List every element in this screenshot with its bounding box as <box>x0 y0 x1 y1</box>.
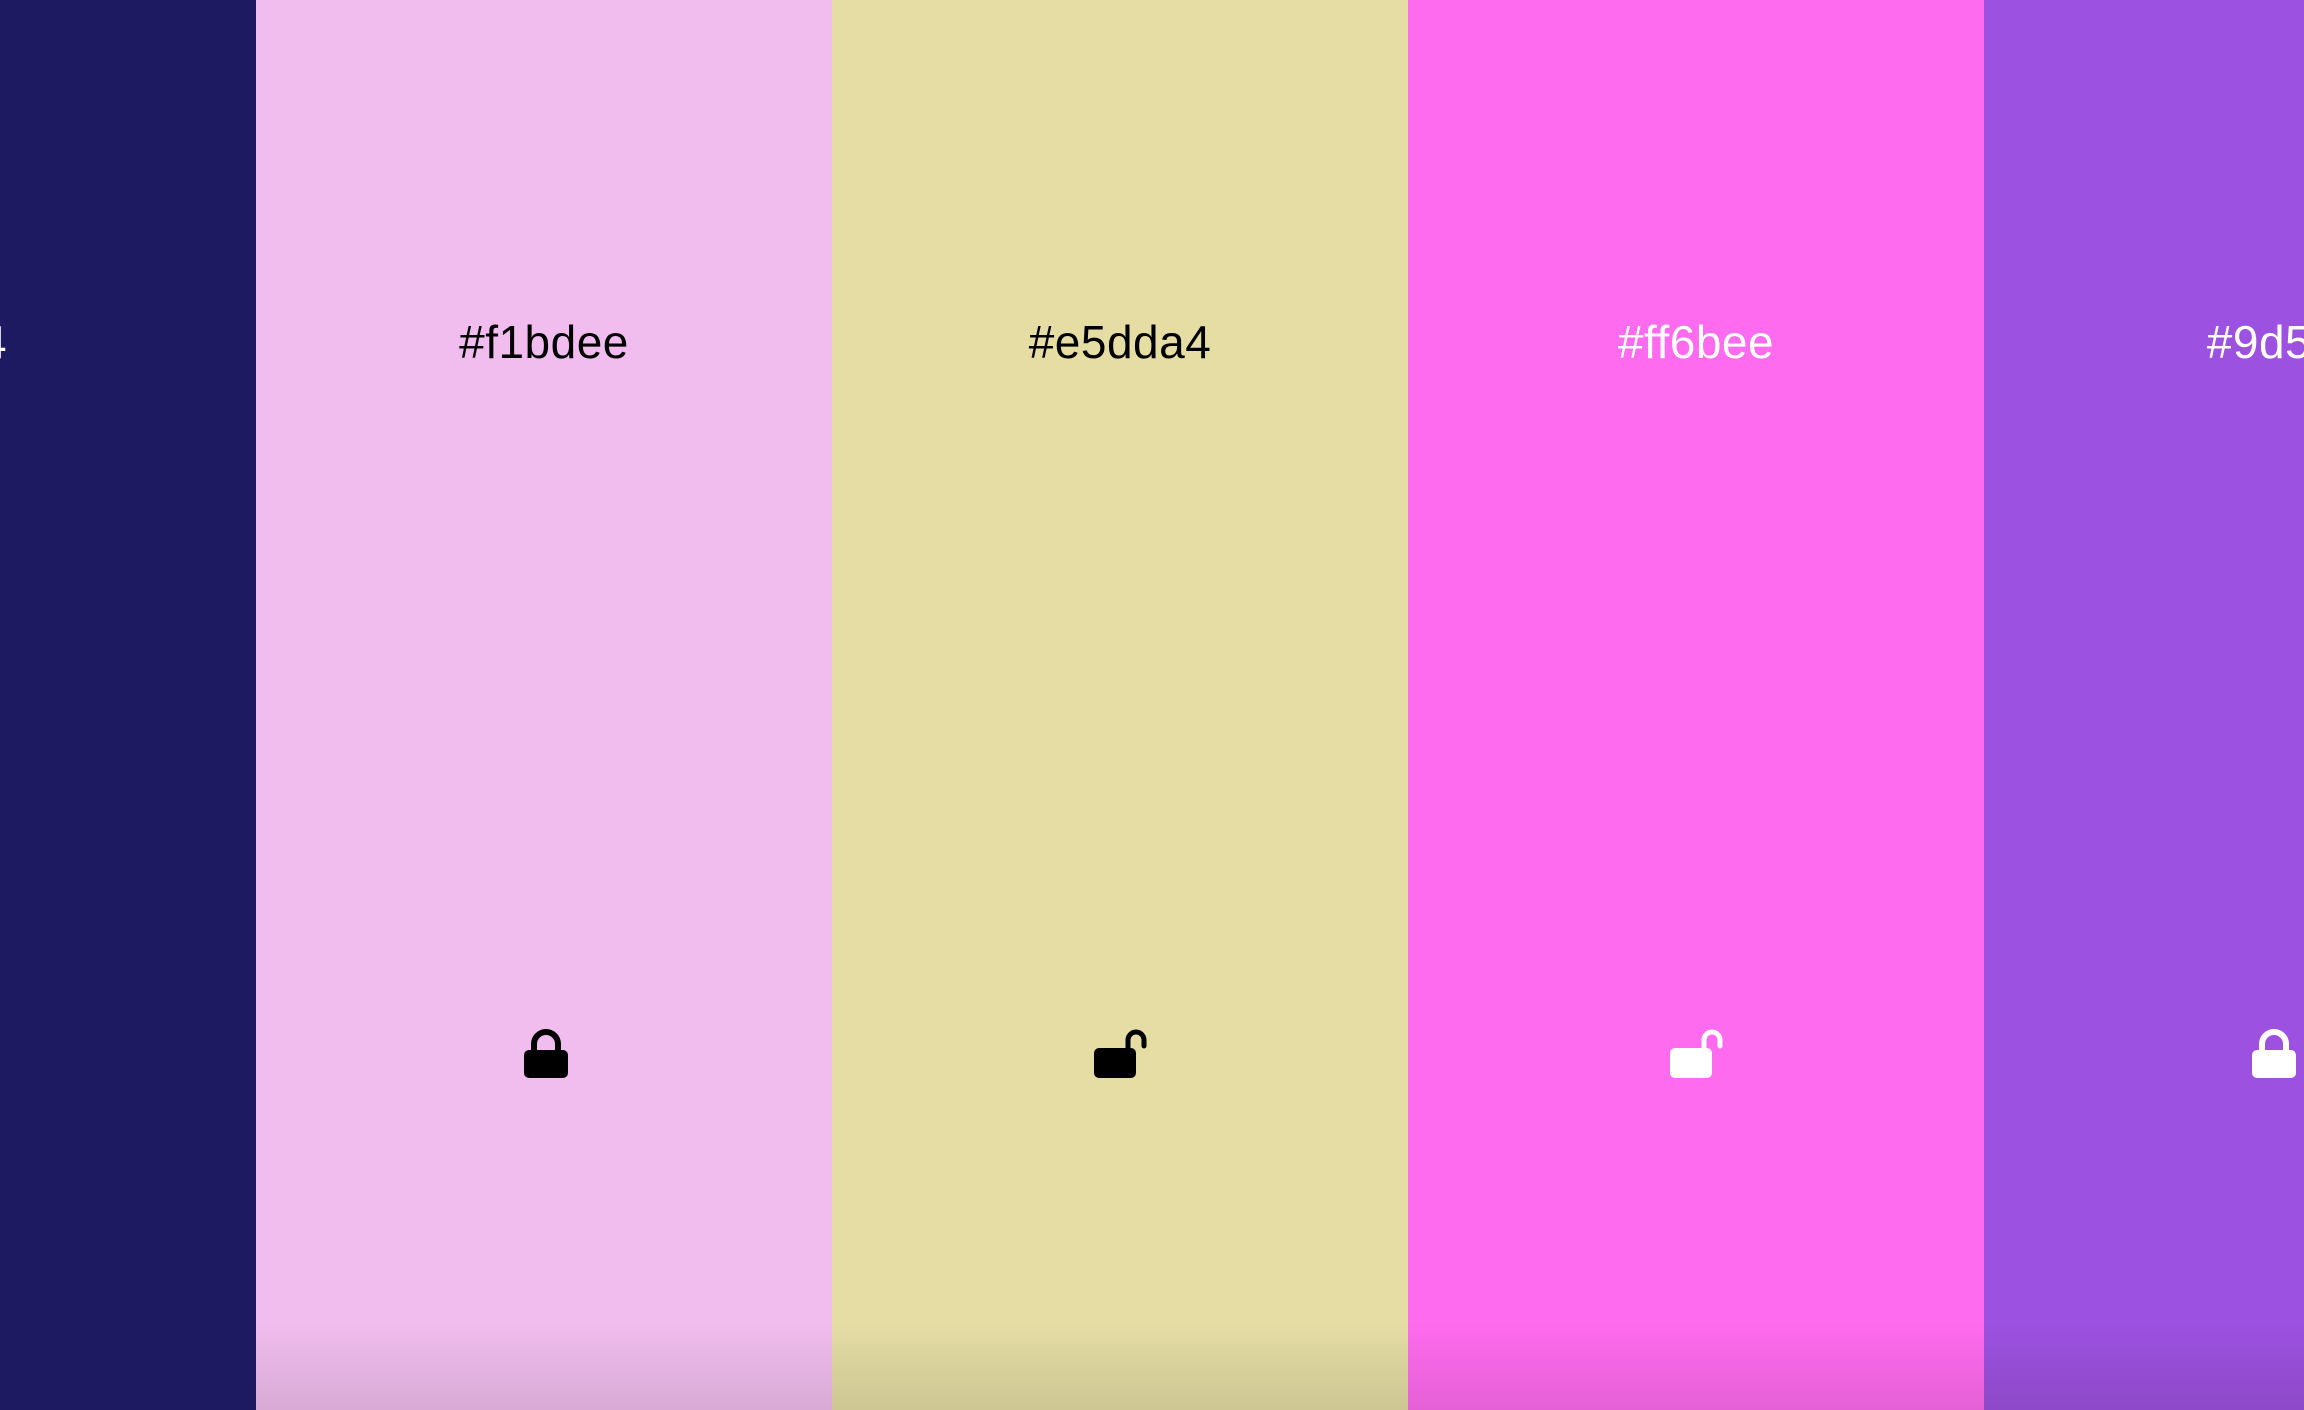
color-column-1[interactable]: 964 <box>0 0 256 1410</box>
hex-code-label[interactable]: #9d51 <box>1984 310 2304 374</box>
color-column-5[interactable]: #9d51 <box>1984 0 2304 1410</box>
hex-code-label[interactable]: #f1bdee <box>256 310 832 374</box>
unlock-icon[interactable] <box>1094 1024 1150 1080</box>
column-shadow <box>832 1320 1408 1410</box>
lock-icon[interactable] <box>518 1024 574 1080</box>
color-column-4[interactable]: #ff6bee <box>1408 0 1984 1410</box>
lock-icon[interactable] <box>2246 1024 2302 1080</box>
column-shadow <box>256 1320 832 1410</box>
hex-code-label[interactable]: #ff6bee <box>1408 310 1984 374</box>
hex-code-label[interactable]: #e5dda4 <box>832 310 1408 374</box>
color-column-3[interactable]: #e5dda4 <box>832 0 1408 1410</box>
column-shadow <box>0 1320 256 1410</box>
color-palette: 964 #f1bdee #e5dda4 #ff6bee #9d51 <box>0 0 2304 1410</box>
hex-code-label[interactable]: 964 <box>0 310 256 374</box>
column-shadow <box>1408 1320 1984 1410</box>
unlock-icon[interactable] <box>1670 1024 1726 1080</box>
color-column-2[interactable]: #f1bdee <box>256 0 832 1410</box>
column-shadow <box>1984 1320 2304 1410</box>
